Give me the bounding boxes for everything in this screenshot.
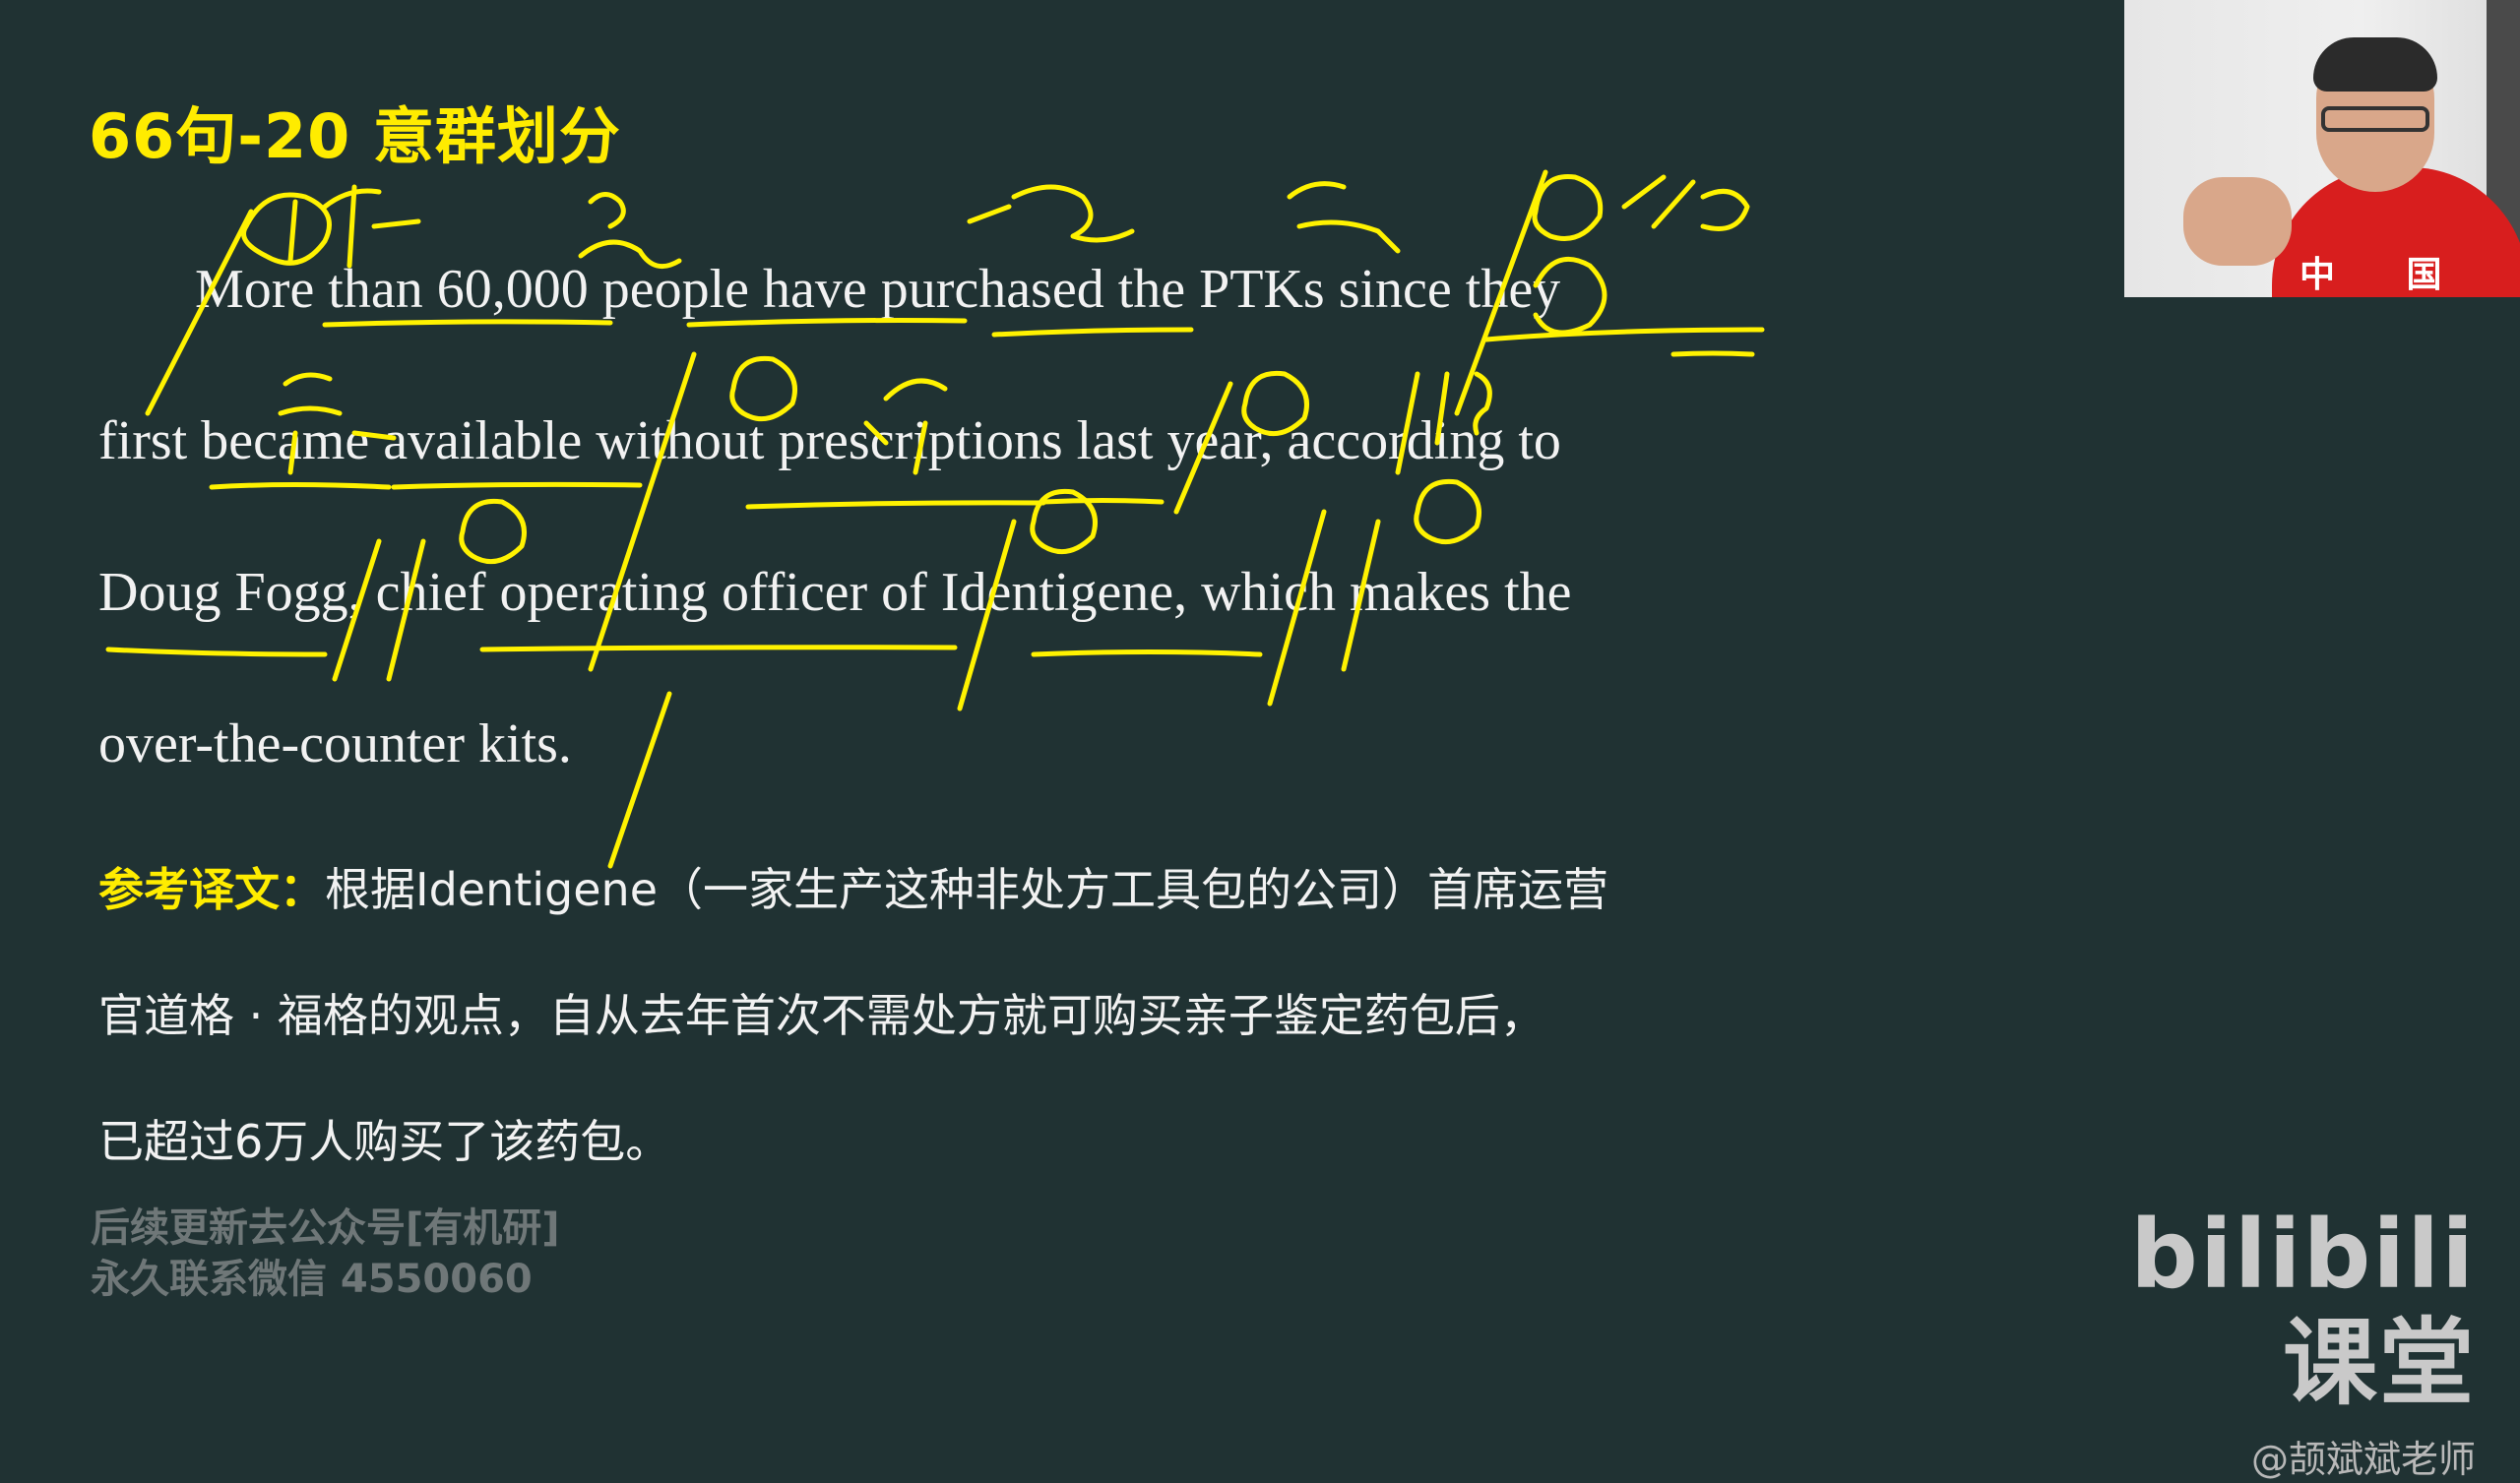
presenter-hand [2183,177,2292,266]
english-line-3: Doug Fogg, chief operating officer of Id… [98,562,1572,623]
annotation-circle-1 [241,192,332,266]
english-line-2: first became available without prescript… [98,410,1561,471]
annotation-underline-1 [322,318,1765,357]
presenter-glasses [2321,106,2429,132]
watermark-text: 后续更新去公众号[有机研] 永久联系微信 4550060 [91,1203,560,1305]
translation-line-3: 已超过6万人购买了该药包。 [98,1115,671,1168]
bilibili-watermark: bilibili课堂 @颉斌斌老师 [2082,1201,2476,1483]
annotation-mark-3 [967,184,1135,243]
uploader-handle: @颉斌斌老师 [2250,1438,2476,1481]
translation-line-2: 官道格 · 福格的观点，自从去年首次不需处方就可购买亲子鉴定药包后， [98,989,1545,1042]
english-line-4: over-the-counter kits. [98,713,572,774]
translation-line-1: 参考译文：根据Identigene（一家生产这种非处方工具包的公司）首席运营 [98,854,1608,919]
watermark-line-1: 后续更新去公众号[有机研] [91,1205,560,1251]
watermark-line-2: 永久联系微信 4550060 [91,1257,533,1302]
annotation-circle-8 [1414,478,1481,545]
webcam-feed: 中 国 [2124,0,2520,297]
presenter-hair [2313,37,2437,92]
annotation-mark-1 [287,184,421,269]
annotation-circle-7 [1030,488,1098,555]
annotation-circle-2 [1532,173,1604,241]
annotation-underline-3 [105,645,1263,657]
slide-title: 66句-20 意群划分 [89,100,621,172]
english-line-1: More than 60,000 people have purchased t… [195,259,1561,320]
annotation-mark-4 [1287,181,1401,254]
annotation-slash-8 [607,691,672,869]
annotation-underline-2 [209,481,1165,510]
translation-label: 参考译文： [98,863,325,916]
presenter-shirt-text: 中 国 [2300,255,2472,295]
annotation-mark-2 [578,192,682,270]
translation-text-1: 根据Identigene（一家生产这种非处方工具包的公司）首席运营 [325,863,1608,916]
annotation-mark-5 [1621,174,1750,231]
annotation-circle-6 [459,498,527,565]
slide-canvas: 66句-20 意群划分 More than 60,000 people have… [0,0,2520,1481]
bilibili-logo: bilibili课堂 [2130,1200,2476,1418]
